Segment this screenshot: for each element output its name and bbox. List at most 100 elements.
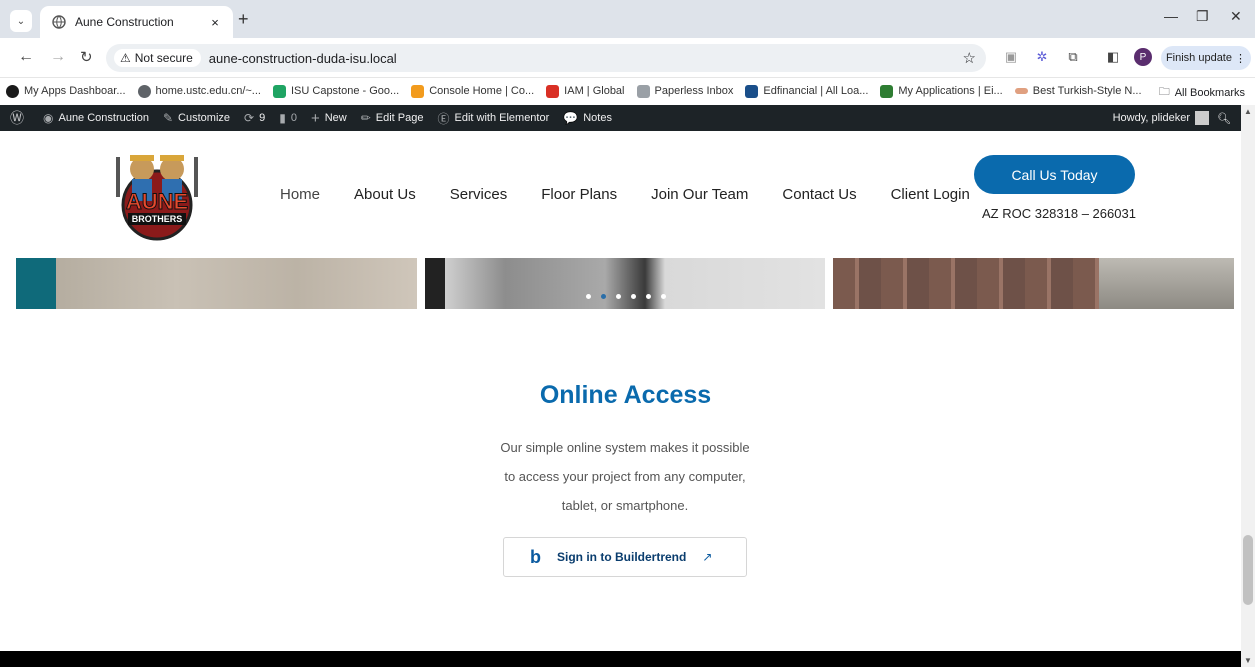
bookmark-favicon-icon [745, 84, 759, 98]
wordpress-logo-icon[interactable]: Ⓦ [10, 108, 29, 128]
puzzle-icon[interactable]: ⧉ [1064, 48, 1082, 66]
bookmark-label: My Apps Dashboar... [24, 85, 126, 97]
bookmark-item[interactable]: home.ustc.edu.cn/~... [137, 84, 261, 98]
nav-client-login[interactable]: Client Login [891, 186, 970, 203]
extension-gear-icon[interactable]: ✲ [1033, 48, 1051, 66]
nav-contact-us[interactable]: Contact Us [782, 186, 856, 203]
slide-kitchen[interactable] [425, 258, 825, 309]
profile-avatar[interactable]: P [1134, 48, 1152, 66]
tab-search-icon[interactable]: ⌄ [10, 10, 32, 32]
finish-update-button[interactable]: Finish update ⋮ [1161, 46, 1251, 70]
nav-home[interactable]: Home [280, 186, 320, 203]
bookmark-item[interactable]: Console Home | Co... [411, 84, 534, 98]
bookmark-favicon-icon [411, 84, 425, 98]
bookmark-item[interactable]: My Apps Dashboar... [6, 84, 126, 98]
slider-dot-active[interactable] [601, 294, 606, 299]
admin-new-link[interactable]: + New [311, 110, 347, 127]
url-text: aune-construction-duda-isu.local [208, 50, 397, 66]
minimize-icon[interactable]: — [1164, 8, 1178, 24]
slider-dot[interactable] [661, 294, 666, 299]
browser-tab[interactable]: Aune Construction × [40, 6, 233, 38]
warning-icon: ⚠ [120, 51, 131, 65]
bookmark-item[interactable]: ISU Capstone - Goo... [272, 84, 400, 98]
nav-floor-plans[interactable]: Floor Plans [541, 186, 617, 203]
bookmark-label: home.ustc.edu.cn/~... [155, 85, 261, 97]
slider-dot[interactable] [616, 294, 621, 299]
scrollbar-thumb[interactable] [1243, 535, 1253, 605]
scroll-down-icon[interactable]: ▼ [1244, 656, 1252, 665]
not-secure-label: Not secure [134, 51, 193, 65]
image-slider[interactable] [16, 258, 1234, 309]
bookmark-item[interactable]: My Applications | Ei... [880, 84, 1003, 98]
slide-brick-pavers[interactable] [833, 258, 1234, 309]
admin-customize-link[interactable]: ✎ Customize [163, 111, 230, 125]
restore-icon[interactable]: ❐ [1196, 8, 1209, 25]
tab-title: Aune Construction [75, 15, 174, 29]
sidepanel-icon[interactable]: ◧ [1104, 48, 1122, 66]
tab-strip: ⌄ Aune Construction × + — ❐ ✕ [0, 0, 1255, 38]
admin-elementor-link[interactable]: Ⓔ Edit with Elementor [437, 110, 549, 127]
bookmark-label: ISU Capstone - Goo... [290, 85, 400, 97]
admin-updates-link[interactable]: ⟳ 9 [244, 111, 265, 125]
admin-edit-page-link[interactable]: ✏ Edit Page [361, 111, 424, 125]
nav-about-us[interactable]: About Us [354, 186, 416, 203]
updates-count: 9 [259, 112, 266, 124]
aune-brothers-logo[interactable]: AUNE BROTHERS [110, 147, 205, 242]
new-tab-button[interactable]: + [238, 9, 249, 30]
call-us-today-button[interactable]: Call Us Today [974, 155, 1135, 194]
howdy-label: Howdy, plideker [1112, 112, 1191, 124]
admin-new-label: New [324, 112, 347, 124]
bookmark-item[interactable]: IAM | Global [546, 84, 625, 98]
bookmark-item[interactable]: Best Turkish-Style N... [1014, 85, 1142, 97]
pallet-image [1099, 258, 1234, 309]
website-content: AUNE BROTHERS Home About Us Services Flo… [0, 131, 1241, 667]
buildertrend-logo-icon: b [530, 546, 541, 567]
footer-strip [0, 651, 1241, 667]
slider-dot[interactable] [631, 294, 636, 299]
online-access-description: Our simple online system makes it possib… [460, 433, 790, 520]
wp-admin-bar: Ⓦ ◉ Aune Construction ✎ Customize ⟳ 9 ▮ 0 + N… [0, 105, 1241, 131]
plus-icon: + [310, 109, 320, 127]
forward-icon[interactable]: → [50, 48, 66, 66]
bookmark-favicon-icon [272, 84, 286, 98]
bookmark-label: Best Turkish-Style N... [1032, 85, 1142, 97]
bookmark-label: Edfinancial | All Loa... [763, 85, 869, 97]
license-number: AZ ROC 328318 – 266031 [982, 206, 1136, 221]
bookmark-star-icon[interactable]: ☆ [963, 49, 976, 67]
slider-dot[interactable] [586, 294, 591, 299]
admin-notes-link[interactable]: 💬 Notes [563, 111, 612, 125]
close-window-icon[interactable]: ✕ [1230, 8, 1242, 25]
bookmarks-bar: My Apps Dashboar... home.ustc.edu.cn/~..… [0, 78, 1255, 104]
description-line: tablet, or smartphone. [561, 498, 689, 513]
elementor-icon: Ⓔ [437, 111, 450, 126]
reload-icon[interactable]: ↻ [80, 48, 93, 66]
all-bookmarks-button[interactable]: 🗀 All Bookmarks [1159, 83, 1245, 102]
slider-dot[interactable] [646, 294, 651, 299]
bookmark-item[interactable]: Paperless Inbox [636, 84, 733, 98]
slider-dots [586, 294, 676, 299]
admin-customize-label: Customize [178, 112, 231, 124]
admin-site-link[interactable]: ◉ Aune Construction [43, 111, 149, 125]
back-icon[interactable]: ← [18, 48, 34, 66]
admin-comments-link[interactable]: ▮ 0 [279, 111, 297, 125]
admin-account-menu[interactable]: Howdy, plideker 🔍︎ [1113, 105, 1231, 131]
bookmark-favicon-icon [137, 84, 151, 98]
dashboard-icon: ◉ [43, 111, 54, 125]
buildertrend-signin-button[interactable]: b Sign in to Buildertrend ↗ [503, 537, 747, 577]
comments-count: 0 [290, 112, 297, 124]
brush-icon: ✎ [162, 111, 174, 125]
not-secure-badge[interactable]: ⚠ Not secure [114, 49, 201, 67]
address-bar[interactable]: ⚠ Not secure aune-construction-duda-isu.… [106, 44, 986, 72]
slide-pool-pavers[interactable] [16, 258, 417, 309]
search-icon[interactable]: 🔍︎ [1217, 112, 1231, 125]
bookmark-item[interactable]: Edfinancial | All Loa... [745, 84, 869, 98]
tab-close-icon[interactable]: × [205, 15, 225, 30]
nav-services[interactable]: Services [450, 186, 508, 203]
globe-icon [52, 15, 66, 29]
scroll-up-icon[interactable]: ▲ [1244, 107, 1252, 116]
bookmark-favicon-icon [6, 84, 19, 98]
svg-text:BROTHERS: BROTHERS [132, 214, 183, 224]
nav-join-our-team[interactable]: Join Our Team [651, 186, 748, 203]
description-line: to access your project from any computer… [504, 469, 746, 484]
extension-icon[interactable]: ▣ [1002, 48, 1020, 66]
